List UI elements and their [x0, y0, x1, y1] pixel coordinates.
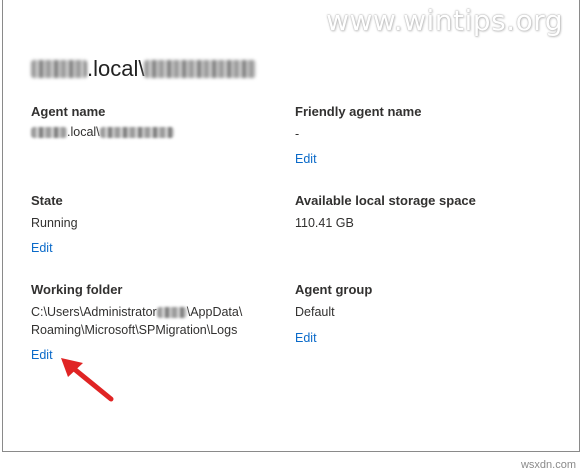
- agent-details-panel: www.wintips.org .local\ Agent name .loca…: [2, 0, 580, 452]
- watermark: www.wintips.org: [326, 4, 563, 37]
- friendly-agent-name-label: Friendly agent name: [295, 104, 422, 119]
- redacted-server: [144, 60, 257, 78]
- redacted-domain: [31, 60, 87, 78]
- agent-name-label: Agent name: [31, 104, 106, 119]
- redacted-server: [99, 126, 174, 138]
- working-folder-line1: C:\Users\Administrator \AppData\: [31, 302, 242, 322]
- storage-label: Available local storage space: [295, 193, 476, 208]
- agent-group-label: Agent group: [295, 282, 373, 297]
- agent-group-value: Default: [295, 305, 335, 319]
- working-folder-line2: Roaming\Microsoft\SPMigration\Logs: [31, 323, 238, 337]
- agent-name-suffix: .local\: [67, 125, 100, 139]
- footer-watermark: wsxdn.com: [520, 459, 576, 471]
- agent-name-value: .local\: [31, 122, 174, 142]
- friendly-agent-name-value: -: [295, 127, 300, 141]
- working-folder-suffix: \AppData\: [186, 305, 243, 319]
- working-folder-prefix: C:\Users\Administrator: [31, 305, 157, 319]
- edit-agent-group-link[interactable]: Edit: [295, 331, 317, 345]
- redacted-domain: [31, 126, 67, 138]
- redacted-username: [156, 306, 187, 318]
- red-arrow-icon: [61, 358, 114, 402]
- edit-friendly-name-link[interactable]: Edit: [295, 152, 317, 166]
- edit-working-folder-link[interactable]: Edit: [31, 348, 53, 362]
- state-value: Running: [31, 216, 78, 230]
- edit-state-link[interactable]: Edit: [31, 241, 53, 255]
- state-label: State: [31, 193, 63, 208]
- page-title-suffix: .local\: [87, 56, 145, 81]
- page-title: .local\: [31, 56, 257, 82]
- working-folder-label: Working folder: [31, 282, 123, 297]
- storage-value: 110.41 GB: [295, 216, 354, 230]
